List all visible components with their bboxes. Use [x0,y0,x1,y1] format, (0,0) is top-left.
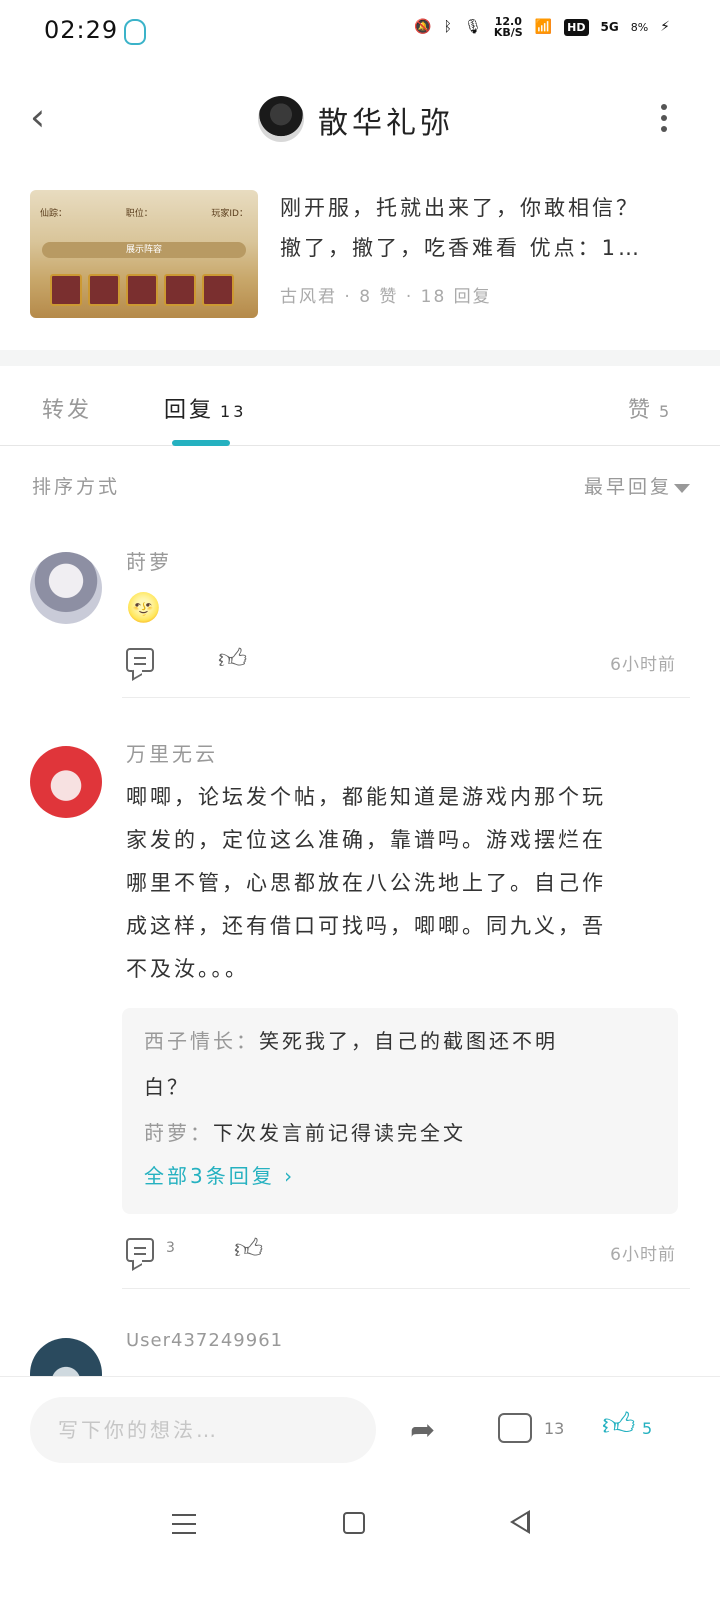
thumbs-up-icon[interactable]: 👍︎ [602,1407,636,1441]
share-arrow-icon[interactable]: ➦ [410,1413,450,1449]
reply-icon[interactable] [126,1238,154,1262]
back-chevron-icon[interactable]: ‹ [30,98,58,136]
post-title-line1: 刚开服，托就出来了，你敢相信？ [280,196,640,220]
sub-replies[interactable]: 西子情长：笑死我了，自己的截图还不明 白？ 莳萝：下次发言前记得读完全文 全部3… [122,1008,678,1214]
thumbs-up-icon[interactable]: 👍︎ [218,644,248,674]
post-thumbnail: 仙踪： 职位： 玩家ID： 展示阵容 [30,190,258,318]
section-divider [0,350,720,366]
post-card[interactable]: 仙踪： 职位： 玩家ID： 展示阵容 刚开服，托就出来了，你敢相信？ 撤了，撤了… [30,190,690,320]
battery-level: 8% [630,20,649,34]
circle-avatar[interactable] [258,96,304,142]
post-title-line2: 撤了，撤了，吃香难看 优点：1… [280,236,643,260]
comment-text: 🌝 [126,591,164,624]
tab-indicator [172,440,230,446]
bottom-action-bar: ➦ 13 👍︎ 5 [0,1376,720,1484]
comment-username[interactable]: 万里无云 [126,738,218,767]
thumb-bar: 展示阵容 [42,242,246,258]
comment-actions: 👍︎ 6小时前 [126,644,690,684]
comment-input[interactable] [30,1397,376,1463]
sub-reply: 西子情长：笑死我了，自己的截图还不明 [144,1029,558,1053]
sub-reply: 莳萝：下次发言前记得读完全文 [144,1121,466,1145]
net-speed: 12.0 KB/S [493,15,523,39]
thumb-characters [50,274,244,306]
user-avatar[interactable] [30,746,102,818]
reply-icon[interactable] [126,648,154,672]
hd-badge: HD [564,18,589,36]
microphone-icon: 🎙 [464,19,482,35]
comment-item: 万里无云 唧唧，论坛发个帖，都能知道是游戏内那个玩 家发的，定位这么准确，靠谱吗… [0,730,720,1290]
comment-item: 莳萝 🌝 👍︎ 6小时前 [0,540,720,700]
like-count: 5 [642,1419,653,1438]
comment-time: 6小时前 [610,655,676,675]
system-nav-bar [0,1484,720,1600]
qq-notification-icon [124,19,146,45]
chevron-down-icon[interactable] [674,484,690,493]
comment-bubble-icon[interactable] [498,1413,532,1443]
tab-bar: 转发 回复 13 赞5 [0,366,720,446]
comment-count: 13 [544,1419,565,1438]
comment-divider [122,697,690,698]
thumb-label: 玩家ID： [211,209,248,219]
thumb-label: 仙踪： [40,209,68,219]
comment-username[interactable]: 莳萝 [126,546,172,575]
comment-item: User437249961 [0,1322,720,1376]
sort-label: 排序方式 [32,476,121,498]
signal-5g: 5G [600,20,619,34]
comment-time: 6小时前 [610,1245,676,1265]
mute-bell-icon: 🔕 [414,19,432,35]
sub-reply-cont: 白？ [144,1075,190,1099]
view-all-replies-link[interactable]: 全部3条回复 › [144,1160,295,1189]
comment-username[interactable]: User437249961 [126,1330,283,1351]
sort-dropdown[interactable]: 最早回复 [584,472,672,499]
thumbs-up-icon[interactable]: 👍︎ [234,1234,264,1264]
post-meta: 古风君 · 8 赞 · 18 回复 [280,287,492,307]
comment-actions: 3 👍︎ 6小时前 [126,1234,690,1274]
wifi-icon: 📶 [534,19,553,35]
more-menu-icon[interactable] [658,104,670,132]
charging-icon: ⚡ [660,19,670,35]
menu-icon[interactable] [172,1512,196,1536]
status-bar: 02:29 🔕 ᛒ 🎙 12.0 KB/S 📶 HD 5G 8% ⚡ [0,0,720,62]
comment-divider [122,1288,690,1289]
user-avatar[interactable] [30,1338,102,1376]
tab-forward[interactable]: 转发 [42,392,92,424]
back-triangle-icon[interactable] [510,1510,530,1534]
tab-reply[interactable]: 回复 13 [164,392,246,424]
page-title: 散华礼弥 [318,106,454,141]
comment-text: 唧唧，论坛发个帖，都能知道是游戏内那个玩 家发的，定位这么准确，靠谱吗。游戏摆烂… [126,785,606,981]
sort-bar: 排序方式 最早回复 [0,470,720,510]
home-square-icon[interactable] [343,1512,365,1534]
topic-header: ‹ 散华礼弥 [0,62,720,172]
thumb-label: 职位： [125,209,153,219]
tab-like[interactable]: 赞5 [628,392,672,424]
bluetooth-icon: ᛒ [443,19,453,35]
status-icons: 🔕 ᛒ 🎙 12.0 KB/S 📶 HD 5G 8% ⚡ [414,16,670,38]
reply-count: 3 [166,1240,175,1256]
user-avatar[interactable] [30,552,102,624]
